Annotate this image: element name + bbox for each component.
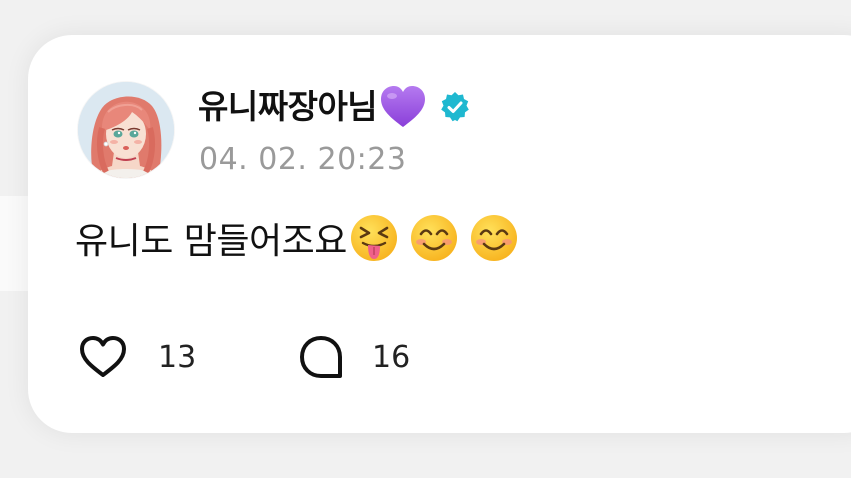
post-content: 유니도 맘들어조요 <box>75 211 519 265</box>
post-card[interactable]: 유니짜장아님 04. 02. 20:23 유니도 맘들어조요 13 16 <box>28 35 851 433</box>
author-row: 유니짜장아님 <box>198 83 471 131</box>
verified-badge-icon <box>441 92 469 122</box>
like-count: 13 <box>158 339 197 375</box>
comment-count: 16 <box>372 339 411 375</box>
heart-outline-icon[interactable] <box>78 333 128 381</box>
smiling-face-with-smiling-eyes-emoji <box>410 215 457 261</box>
purple-heart-emoji <box>381 86 426 127</box>
post-text: 유니도 맘들어조요 <box>75 221 347 262</box>
comment-button[interactable]: 16 <box>296 333 410 381</box>
speech-bubble-icon[interactable] <box>296 333 346 381</box>
author-name[interactable]: 유니짜장아님 <box>198 83 378 131</box>
like-button[interactable]: 13 <box>78 333 196 381</box>
post-timestamp: 04. 02. 20:23 <box>199 142 407 177</box>
avatar[interactable] <box>78 82 174 178</box>
squinting-face-with-tongue-emoji <box>350 215 397 261</box>
smiling-face-with-smiling-eyes-emoji <box>470 215 517 261</box>
